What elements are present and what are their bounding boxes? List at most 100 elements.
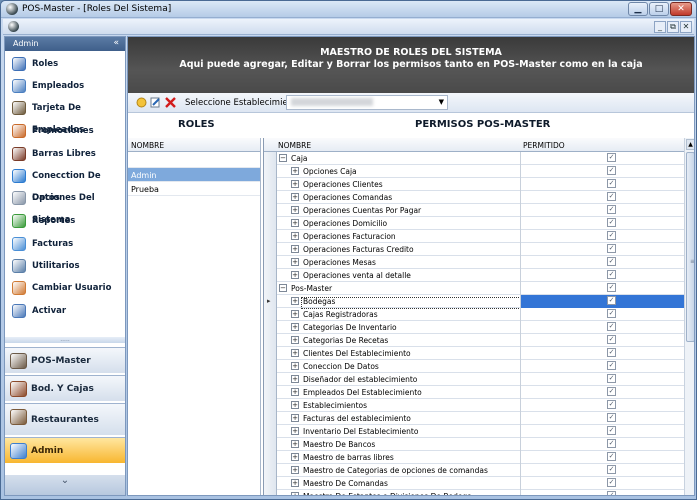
expand-node-icon[interactable]: +	[291, 375, 299, 383]
permiso-row[interactable]: ▸ + Bodegas ✓	[267, 295, 684, 309]
sidebar-item-promociones[interactable]: Promociones	[5, 120, 125, 142]
new-icon[interactable]	[136, 97, 147, 108]
permiso-row[interactable]: + Operaciones Facturas Credito ✓	[277, 243, 684, 256]
permitido-checkbox[interactable]: ✓	[607, 296, 616, 305]
group-restaurantes[interactable]: Restaurantes	[5, 403, 125, 435]
sidebar-item-activar[interactable]: Activar	[5, 300, 125, 322]
sidebar-item-reportes[interactable]: Reportes	[5, 210, 125, 232]
permitido-checkbox[interactable]: ✓	[607, 179, 616, 188]
permiso-row[interactable]: + Diseñador del establecimiento ✓	[277, 373, 684, 386]
permiso-row[interactable]: + Cajas Registradoras ✓	[277, 308, 684, 321]
collapse-icon[interactable]: «	[113, 38, 119, 48]
permitido-checkbox[interactable]: ✓	[607, 348, 616, 357]
expand-node-icon[interactable]: +	[291, 193, 299, 201]
sidebar-item-roles[interactable]: Roles	[5, 53, 125, 75]
expand-node-icon[interactable]: +	[291, 219, 299, 227]
permitido-checkbox[interactable]: ✓	[607, 257, 616, 266]
mdi-close-button[interactable]: ✕	[680, 21, 692, 33]
sidebar-item-opciones-del-sistema[interactable]: Opciones Del Sistema	[5, 187, 125, 225]
sidebar-item-tarjeta-de-empleados[interactable]: Tarjeta De Empleados	[5, 97, 125, 135]
permiso-row[interactable]: − Pos-Master ✓	[277, 282, 684, 295]
permitido-checkbox[interactable]: ✓	[607, 374, 616, 383]
expand-node-icon[interactable]: +	[291, 492, 299, 495]
permiso-row[interactable]: + Opciones Caja ✓	[277, 165, 684, 178]
expand-node-icon[interactable]: +	[291, 258, 299, 266]
expand-node-icon[interactable]: +	[291, 245, 299, 253]
permiso-row[interactable]: + Operaciones Facturacion ✓	[277, 230, 684, 243]
expand-node-icon[interactable]: +	[291, 388, 299, 396]
permiso-row[interactable]: + Inventario Del Establecimiento ✓	[277, 425, 684, 438]
permitido-checkbox[interactable]: ✓	[607, 491, 616, 495]
expand-node-icon[interactable]: +	[291, 362, 299, 370]
group-admin[interactable]: Admin	[5, 437, 125, 463]
permiso-row[interactable]: + Categorias De Recetas ✓	[277, 334, 684, 347]
group-bod-y-cajas[interactable]: Bod. Y Cajas	[5, 375, 125, 401]
sidebar-item-utilitarios[interactable]: Utilitarios	[5, 255, 125, 277]
expand-node-icon[interactable]: +	[291, 349, 299, 357]
permiso-row[interactable]: + Operaciones Mesas ✓	[277, 256, 684, 269]
permitido-checkbox[interactable]: ✓	[607, 361, 616, 370]
expand-node-icon[interactable]: +	[291, 453, 299, 461]
permitido-checkbox[interactable]: ✓	[607, 400, 616, 409]
permitido-checkbox[interactable]: ✓	[607, 465, 616, 474]
permiso-row[interactable]: + Operaciones Cuentas Por Pagar ✓	[277, 204, 684, 217]
expand-node-icon[interactable]: +	[291, 479, 299, 487]
permisos-col-name[interactable]: NOMBRE	[278, 141, 311, 150]
edit-icon[interactable]	[150, 97, 161, 108]
sidebar-item-facturas[interactable]: Facturas	[5, 233, 125, 255]
expand-node-icon[interactable]: +	[291, 401, 299, 409]
maximize-button[interactable]: □	[649, 2, 669, 16]
expand-node-icon[interactable]: +	[291, 414, 299, 422]
close-button[interactable]: ✕	[670, 2, 692, 16]
group-pos-master[interactable]: POS-Master	[5, 347, 125, 373]
permiso-row[interactable]: + Operaciones venta al detalle ✓	[277, 269, 684, 282]
sidebar-footer[interactable]: ⌄	[5, 475, 125, 495]
permitido-checkbox[interactable]: ✓	[607, 452, 616, 461]
permiso-row[interactable]: + Empleados Del Establecimiento ✓	[277, 386, 684, 399]
permiso-row[interactable]: + Operaciones Clientes ✓	[277, 178, 684, 191]
permiso-row[interactable]: + Operaciones Domicilio ✓	[277, 217, 684, 230]
permitido-checkbox[interactable]: ✓	[607, 426, 616, 435]
permiso-row[interactable]: + Maestro De Comandas ✓	[277, 477, 684, 490]
role-row[interactable]: Prueba	[128, 182, 260, 196]
vertical-scrollbar[interactable]: ▲ ≡	[684, 138, 694, 495]
roles-col-name[interactable]: NOMBRE	[128, 138, 260, 152]
permitido-checkbox[interactable]: ✓	[607, 335, 616, 344]
permitido-checkbox[interactable]: ✓	[607, 439, 616, 448]
permiso-row[interactable]: − Caja ✓	[277, 152, 684, 165]
expand-node-icon[interactable]: +	[291, 466, 299, 474]
delete-icon[interactable]	[165, 97, 176, 108]
expand-node-icon[interactable]: +	[291, 310, 299, 318]
mdi-restore-button[interactable]: ⧉	[667, 21, 679, 33]
expand-node-icon[interactable]: +	[291, 336, 299, 344]
sidebar-item-empleados[interactable]: Empleados	[5, 75, 125, 97]
permitido-checkbox[interactable]: ✓	[607, 231, 616, 240]
scroll-thumb[interactable]: ≡	[686, 152, 694, 342]
expand-node-icon[interactable]: +	[291, 427, 299, 435]
permiso-row[interactable]: + Facturas del establecimiento ✓	[277, 412, 684, 425]
expand-node-icon[interactable]: +	[291, 271, 299, 279]
permisos-col-allowed[interactable]: PERMITIDO	[523, 141, 565, 150]
expand-node-icon[interactable]: +	[291, 180, 299, 188]
permitido-checkbox[interactable]: ✓	[607, 478, 616, 487]
permitido-checkbox[interactable]: ✓	[607, 270, 616, 279]
expand-node-icon[interactable]: +	[291, 323, 299, 331]
collapse-node-icon[interactable]: −	[279, 154, 287, 162]
permitido-checkbox[interactable]: ✓	[607, 244, 616, 253]
role-row[interactable]: Admin	[128, 168, 260, 182]
permitido-checkbox[interactable]: ✓	[607, 309, 616, 318]
expand-node-icon[interactable]: +	[291, 440, 299, 448]
expand-node-icon[interactable]: +	[291, 297, 299, 305]
sidebar-item-cambiar-usuario[interactable]: Cambiar Usuario	[5, 277, 125, 299]
permiso-row[interactable]: + Establecimientos ✓	[277, 399, 684, 412]
minimize-button[interactable]: ▁	[628, 2, 648, 16]
establishment-select[interactable]: ▼	[286, 95, 448, 110]
splitter-grip[interactable]: .....	[5, 337, 125, 343]
expand-node-icon[interactable]: +	[291, 206, 299, 214]
permitido-checkbox[interactable]: ✓	[607, 322, 616, 331]
permitido-checkbox[interactable]: ✓	[607, 218, 616, 227]
permiso-row[interactable]: + Categorias De Inventario ✓	[277, 321, 684, 334]
permiso-row[interactable]: + Coneccion De Datos ✓	[277, 360, 684, 373]
permitido-checkbox[interactable]: ✓	[607, 387, 616, 396]
mdi-minimize-button[interactable]: _	[654, 21, 666, 33]
